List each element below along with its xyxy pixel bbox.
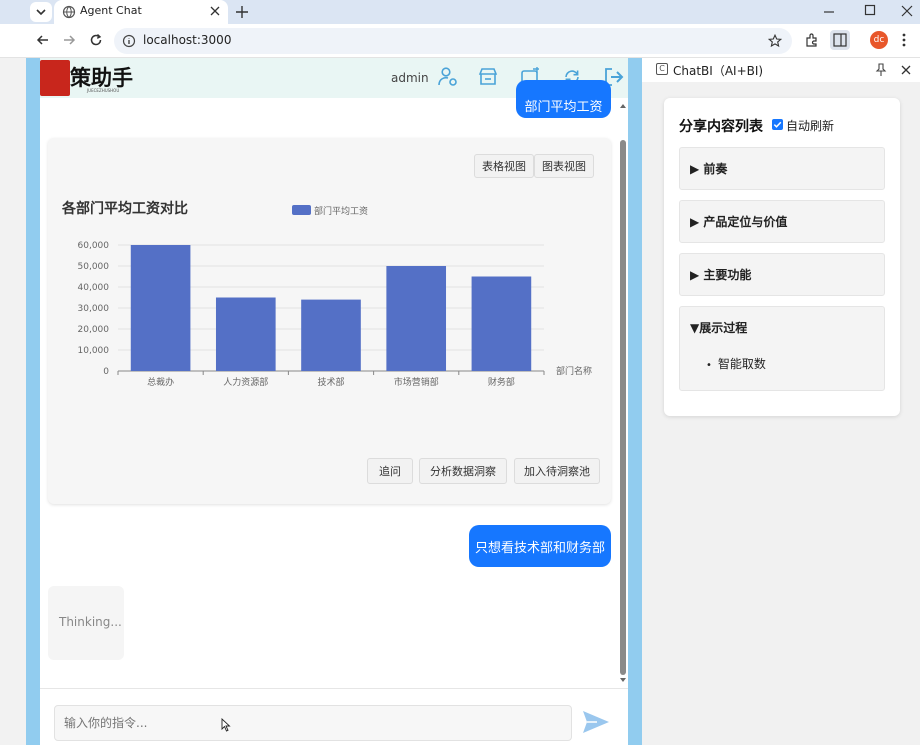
y-tick-label: 50,000 (78, 262, 110, 272)
bar (130, 245, 191, 371)
user-settings-icon[interactable] (437, 66, 459, 91)
x-tick-label: 人力资源部 (223, 376, 268, 388)
y-tick-label: 0 (103, 367, 109, 377)
section-prelude[interactable]: ▶ 前奏 (679, 147, 885, 190)
list-item[interactable]: • 智能取数 (706, 355, 766, 372)
assistant-thinking-bubble: Thinking... (48, 586, 124, 660)
agent-chat-app: 策助手 JUECEZHUSHOU admin 部门平均工资 表格视图 图表视图 … (40, 58, 628, 745)
chat-messages[interactable]: 部门平均工资 表格视图 图表视图 各部门平均工资对比 部门平均工资 0 10,000 2… (40, 80, 628, 744)
side-panel-header: C ChatBI（AI+BI) (642, 58, 920, 82)
address-bar[interactable]: localhost:3000 (114, 28, 792, 54)
tab-title: Agent Chat (80, 4, 142, 17)
tab-search-icon[interactable] (30, 2, 52, 22)
side-panel-icon[interactable] (830, 30, 850, 50)
y-tick-label: 20,000 (78, 325, 110, 335)
close-panel-icon[interactable] (900, 64, 912, 79)
y-tick-label: 10,000 (78, 346, 110, 356)
extensions-icon[interactable] (804, 32, 820, 51)
user-message: 只想看技术部和财务部 (469, 525, 611, 567)
x-tick-label: 总裁办 (147, 376, 174, 388)
section-label: ▼展示过程 (690, 321, 748, 335)
browser-menu-icon[interactable] (900, 32, 908, 51)
auto-refresh-checkbox[interactable] (772, 119, 783, 130)
section-label: ▶ 前奏 (690, 162, 728, 176)
reload-icon[interactable] (89, 33, 103, 50)
table-view-button[interactable]: 表格视图 (474, 154, 534, 178)
y-tick-label: 60,000 (78, 241, 110, 251)
section-main-features[interactable]: ▶ 主要功能 (679, 253, 885, 296)
list-item-text: 智能取数 (717, 357, 766, 371)
logo-seal (40, 60, 70, 96)
share-list-title: 分享内容列表 (679, 119, 763, 135)
bar (386, 266, 447, 371)
command-input[interactable] (54, 705, 572, 741)
composer (40, 688, 628, 745)
chart-title: 各部门平均工资对比 (61, 200, 188, 217)
analyze-insight-button[interactable]: 分析数据洞察 (419, 458, 507, 484)
side-panel-title: ChatBI（AI+BI) (673, 64, 764, 78)
minimize-icon[interactable] (822, 5, 836, 22)
browser-tab-bar: Agent Chat (0, 0, 920, 24)
add-to-insight-pool-button[interactable]: 加入待洞察池 (514, 458, 600, 484)
x-tick-label: 技术部 (317, 376, 344, 388)
chatbi-app-icon: C (656, 63, 668, 75)
legend-label: 部门平均工资 (314, 205, 368, 217)
username-label[interactable]: admin (391, 71, 429, 85)
maximize-icon[interactable] (863, 3, 877, 20)
section-product-positioning[interactable]: ▶ 产品定位与价值 (679, 200, 885, 243)
browser-tab[interactable]: Agent Chat (54, 0, 228, 24)
profile-avatar[interactable]: dc (870, 31, 888, 49)
y-tick-label: 40,000 (78, 283, 110, 293)
close-window-icon[interactable] (900, 4, 914, 21)
assistant-chart-card: 表格视图 图表视图 各部门平均工资对比 部门平均工资 0 10,000 20,000 30… (48, 138, 611, 504)
section-label: ▶ 产品定位与价值 (690, 215, 788, 229)
x-tick-label: 市场营销部 (394, 376, 439, 388)
x-tick-label: 财务部 (488, 376, 515, 388)
bullet: • (706, 360, 712, 371)
side-panel: C ChatBI（AI+BI) 分享内容列表 自动刷新 ▶ 前奏 ▶ 产品定位与… (642, 58, 920, 745)
site-info-icon[interactable] (122, 34, 136, 51)
y-tick-label: 30,000 (78, 304, 110, 314)
followup-button[interactable]: 追问 (367, 458, 413, 484)
app-frame-left (26, 58, 40, 745)
legend-swatch (292, 205, 311, 215)
browser-toolbar: localhost:3000 dc (0, 24, 920, 58)
x-axis-label: 部门名称 (556, 365, 592, 377)
globe-icon (62, 5, 76, 22)
app-logo: 策助手 JUECEZHUSHOU (40, 58, 134, 98)
bar (215, 297, 276, 371)
app-frame-right (628, 58, 642, 745)
close-tab-icon[interactable] (209, 5, 221, 20)
thinking-text: Thinking... (59, 615, 122, 629)
back-icon[interactable] (36, 33, 50, 50)
forward-icon[interactable] (62, 33, 76, 50)
user-message-text: 只想看技术部和财务部 (474, 540, 605, 556)
bar (301, 299, 361, 371)
bookmark-star-icon[interactable] (767, 33, 783, 51)
share-content-card: 分享内容列表 自动刷新 ▶ 前奏 ▶ 产品定位与价值 ▶ 主要功能 ▼展示过程 … (664, 98, 900, 416)
mouse-cursor-icon (221, 717, 231, 735)
section-label: ▶ 主要功能 (690, 268, 752, 282)
user-message-text: 部门平均工资 (524, 99, 603, 115)
user-message: 部门平均工资 (516, 80, 611, 118)
section-demo-process[interactable]: ▼展示过程 • 智能取数 (679, 306, 885, 391)
bar (471, 276, 532, 371)
background-page-edge (0, 58, 26, 745)
url-text: localhost:3000 (143, 33, 232, 47)
auto-refresh-label[interactable]: 自动刷新 (786, 117, 834, 134)
bar-chart: 各部门平均工资对比 部门平均工资 0 10,000 20,000 30,000 40,000… (61, 200, 592, 388)
send-icon[interactable] (581, 709, 611, 738)
new-tab-icon[interactable] (235, 5, 249, 22)
store-icon[interactable] (477, 67, 499, 90)
logo-subtext: JUECEZHUSHOU (87, 88, 120, 93)
chat-scrollbar[interactable] (618, 100, 628, 686)
pin-icon[interactable] (875, 63, 887, 80)
chart-view-button[interactable]: 图表视图 (534, 154, 594, 178)
